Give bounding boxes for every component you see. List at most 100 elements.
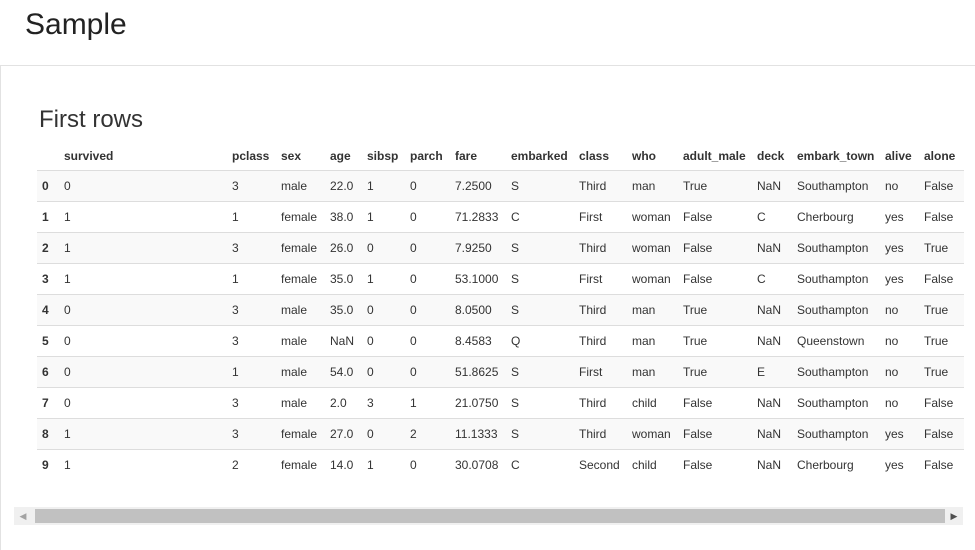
table-cell: 1 xyxy=(362,263,405,295)
table-cell: NaN xyxy=(752,232,792,264)
table-cell: Q xyxy=(506,325,574,357)
table-cell: female xyxy=(276,232,325,264)
table-cell: 0 xyxy=(405,294,450,326)
table-cell: True xyxy=(678,294,752,326)
column-header-sibsp: sibsp xyxy=(362,141,405,171)
row-index: 9 xyxy=(37,449,59,481)
table-cell: Queenstown xyxy=(792,325,880,357)
table-cell: 1 xyxy=(59,232,227,264)
table-cell: 26.0 xyxy=(325,232,362,264)
row-index: 7 xyxy=(37,387,59,419)
column-header-alive: alive xyxy=(880,141,919,171)
scroll-left-arrow-icon[interactable]: ◀ xyxy=(14,507,32,525)
column-header-pclass: pclass xyxy=(227,141,276,171)
table-cell: 54.0 xyxy=(325,356,362,388)
table-cell: 0 xyxy=(362,418,405,450)
dataframe-container: survived pclass sex age sibsp parch fare embark… xyxy=(37,141,964,483)
row-index: 4 xyxy=(37,294,59,326)
table-cell: 51.8625 xyxy=(450,356,506,388)
table-cell: S xyxy=(506,387,574,419)
table-cell: yes xyxy=(880,449,919,481)
table-cell: 1 xyxy=(405,387,450,419)
table-cell: 3 xyxy=(362,387,405,419)
table-cell: Second xyxy=(574,449,627,481)
table-cell: NaN xyxy=(752,418,792,450)
table-cell: 0 xyxy=(59,325,227,357)
scrollbar-thumb[interactable] xyxy=(35,509,945,523)
horizontal-scrollbar[interactable]: ◀ ▶ xyxy=(14,507,963,525)
table-cell: woman xyxy=(627,418,678,450)
table-cell: male xyxy=(276,325,325,357)
table-cell: False xyxy=(678,449,752,481)
row-index: 3 xyxy=(37,263,59,295)
table-cell: S xyxy=(506,263,574,295)
table-cell: 8.0500 xyxy=(450,294,506,326)
table-row: 0 0 3 male 22.0 1 0 7.2500 S Third man True NaN South… xyxy=(37,170,964,202)
row-index: 0 xyxy=(37,170,59,202)
column-header-parch: parch xyxy=(405,141,450,171)
table-cell: no xyxy=(880,170,919,202)
table-cell: S xyxy=(506,294,574,326)
section-title: First rows xyxy=(39,106,143,133)
table-cell: 3 xyxy=(227,170,276,202)
table-cell: 1 xyxy=(59,449,227,481)
row-index: 8 xyxy=(37,418,59,450)
table-cell: 0 xyxy=(362,294,405,326)
index-header xyxy=(37,141,59,171)
table-cell: Southampton xyxy=(792,294,880,326)
table-cell: 0 xyxy=(405,263,450,295)
table-cell: 27.0 xyxy=(325,418,362,450)
table-cell: Southampton xyxy=(792,170,880,202)
table-cell: 1 xyxy=(362,449,405,481)
table-cell: Third xyxy=(574,232,627,264)
table-cell: False xyxy=(919,201,964,233)
table-cell: 1 xyxy=(227,263,276,295)
table-cell: False xyxy=(919,387,964,419)
table-cell: 3 xyxy=(227,418,276,450)
table-cell: C xyxy=(752,201,792,233)
table-cell: C xyxy=(506,449,574,481)
table-cell: 1 xyxy=(362,170,405,202)
column-header-embark-town: embark_town xyxy=(792,141,880,171)
table-cell: 8.4583 xyxy=(450,325,506,357)
table-cell: 3 xyxy=(227,294,276,326)
table-cell: male xyxy=(276,294,325,326)
column-header-age: age xyxy=(325,141,362,171)
scroll-right-arrow-icon[interactable]: ▶ xyxy=(945,507,963,525)
table-cell: 3 xyxy=(227,325,276,357)
table-cell: 0 xyxy=(362,325,405,357)
table-cell: 0 xyxy=(59,387,227,419)
table-cell: 1 xyxy=(362,201,405,233)
table-cell: 2 xyxy=(227,449,276,481)
content-border xyxy=(0,66,1,550)
table-row: 4 0 3 male 35.0 0 0 8.0500 S Third man True NaN South… xyxy=(37,294,964,326)
table-cell: 3 xyxy=(227,232,276,264)
table-cell: 35.0 xyxy=(325,294,362,326)
table-cell: 0 xyxy=(59,170,227,202)
table-cell: 0 xyxy=(59,356,227,388)
table-row: 9 1 2 female 14.0 1 0 30.0708 C Second child False N… xyxy=(37,449,964,481)
table-cell: 2 xyxy=(405,418,450,450)
table-cell: 1 xyxy=(59,201,227,233)
table-cell: female xyxy=(276,263,325,295)
table-cell: NaN xyxy=(325,325,362,357)
table-cell: male xyxy=(276,387,325,419)
dataframe-table: survived pclass sex age sibsp parch fare embark… xyxy=(37,141,964,481)
table-cell: no xyxy=(880,387,919,419)
table-cell: 1 xyxy=(227,356,276,388)
table-cell: False xyxy=(919,449,964,481)
row-index: 1 xyxy=(37,201,59,233)
table-row: 2 1 3 female 26.0 0 0 7.9250 S Third woman False NaN… xyxy=(37,232,964,264)
table-cell: Southampton xyxy=(792,387,880,419)
table-cell: NaN xyxy=(752,387,792,419)
table-cell: Third xyxy=(574,294,627,326)
table-cell: 1 xyxy=(59,263,227,295)
table-cell: False xyxy=(919,170,964,202)
table-cell: True xyxy=(678,325,752,357)
table-cell: False xyxy=(678,201,752,233)
table-cell: False xyxy=(678,418,752,450)
table-row: 6 0 1 male 54.0 0 0 51.8625 S First man True E Southa… xyxy=(37,356,964,388)
table-cell: True xyxy=(919,294,964,326)
table-cell: True xyxy=(919,325,964,357)
table-cell: 0 xyxy=(405,232,450,264)
